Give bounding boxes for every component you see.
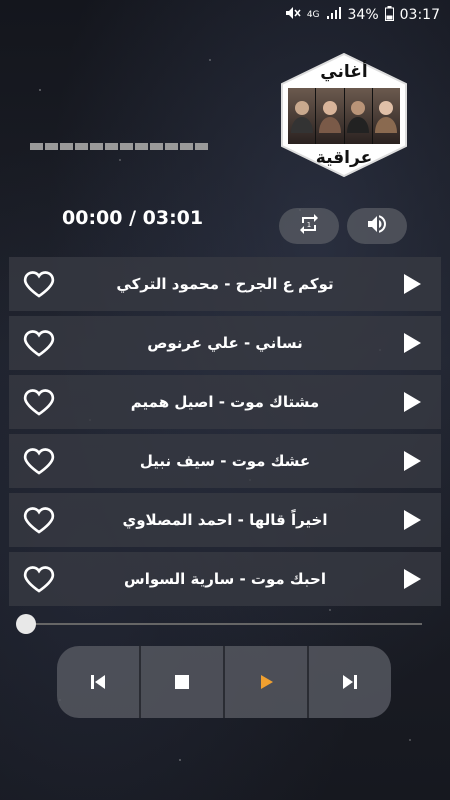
song-title: توكم ع الجرح - محمود التركي: [116, 275, 334, 293]
play-icon[interactable]: [404, 333, 421, 353]
song-title: اخيراً قالها - احمد المصلاوي: [122, 511, 328, 529]
song-title: احبك موت - سارية السواس: [124, 570, 326, 588]
heart-outline-icon[interactable]: [23, 445, 55, 477]
seek-handle[interactable]: [16, 614, 36, 634]
song-row[interactable]: نساني - علي عرنوص: [9, 316, 441, 370]
artist-photo: [372, 88, 400, 144]
svg-text:1: 1: [307, 221, 311, 229]
skip-next-icon: [343, 675, 357, 689]
heart-outline-icon[interactable]: [23, 386, 55, 418]
network-type: 4G: [306, 9, 320, 20]
previous-button[interactable]: [57, 646, 141, 718]
artist-photo: [316, 88, 345, 144]
time-display: 00:00 / 03:01: [62, 207, 204, 229]
volume-button[interactable]: [347, 208, 407, 244]
play-button[interactable]: [225, 646, 309, 718]
app-logo: أغاني عراقية: [278, 52, 410, 178]
signal-icon: [326, 6, 342, 24]
stop-button[interactable]: [141, 646, 225, 718]
battery-icon: [384, 5, 394, 25]
play-icon[interactable]: [404, 274, 421, 294]
play-icon[interactable]: [404, 510, 421, 530]
song-row[interactable]: اخيراً قالها - احمد المصلاوي: [9, 493, 441, 547]
song-row[interactable]: مشتاك موت - اصيل هميم: [9, 375, 441, 429]
song-row[interactable]: توكم ع الجرح - محمود التركي: [9, 257, 441, 311]
song-title: نساني - علي عرنوص: [147, 334, 303, 352]
song-row[interactable]: عشك موت - سيف نبيل: [9, 434, 441, 488]
song-title: مشتاك موت - اصيل هميم: [130, 393, 320, 411]
song-list: توكم ع الجرح - محمود التركي نساني - علي …: [9, 257, 441, 611]
volume-icon: [365, 212, 389, 240]
clock: 03:17: [399, 7, 440, 23]
stop-icon: [175, 675, 189, 689]
artist-photo: [344, 88, 373, 144]
logo-title-bottom: عراقية: [315, 148, 373, 168]
logo-title-top: أغاني: [320, 62, 368, 82]
repeat-button[interactable]: 1: [279, 208, 339, 244]
transport-controls: [57, 646, 391, 718]
skip-previous-icon: [91, 675, 105, 689]
song-title: عشك موت - سيف نبيل: [139, 452, 311, 470]
next-button[interactable]: [309, 646, 391, 718]
heart-outline-icon[interactable]: [23, 504, 55, 536]
repeat-icon: 1: [297, 212, 321, 240]
artist-photo: [288, 88, 317, 144]
seek-bar[interactable]: [24, 623, 422, 625]
heart-outline-icon[interactable]: [23, 563, 55, 595]
audio-visualizer: [30, 143, 208, 150]
mute-icon: [285, 6, 301, 24]
battery-level: 34%: [347, 7, 379, 23]
status-bar: 4G 34% 03:17: [0, 0, 450, 30]
heart-outline-icon[interactable]: [23, 327, 55, 359]
heart-outline-icon[interactable]: [23, 268, 55, 300]
play-icon[interactable]: [404, 569, 421, 589]
play-icon[interactable]: [404, 451, 421, 471]
artist-photos: [288, 88, 400, 144]
song-row[interactable]: احبك موت - سارية السواس: [9, 552, 441, 606]
play-icon[interactable]: [404, 392, 421, 412]
play-icon: [261, 675, 273, 689]
